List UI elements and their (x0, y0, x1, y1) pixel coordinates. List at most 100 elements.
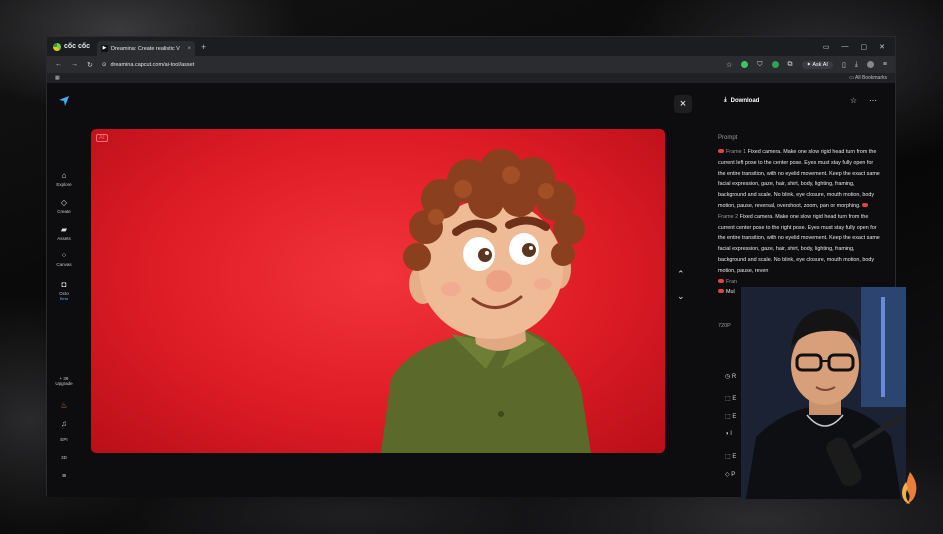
generated-image[interactable]: AI (91, 129, 665, 453)
play-favicon-icon: ▶ (101, 45, 108, 52)
url-text: dreamina.capcut.com/ai-tool/asset (110, 61, 195, 68)
extension-green-icon[interactable] (771, 61, 779, 68)
download-icon[interactable]: ⤓ (855, 61, 858, 69)
dreamina-logo-icon[interactable] (58, 95, 70, 107)
model-icon (718, 289, 724, 294)
webcam-overlay (741, 287, 906, 499)
bookmarks-bar: ▦ ▭ All Bookmarks (47, 73, 895, 83)
upgrade-button[interactable]: + 39 Upgrade (47, 376, 81, 386)
bell-icon[interactable]: ♫ (47, 419, 81, 428)
panel-option-2[interactable]: ⬚ E (725, 395, 736, 402)
coccoc-logo-icon (53, 42, 61, 51)
tab-dreamina[interactable]: ▶ Dreamina: Create realistic V × (97, 41, 195, 56)
resolution-badge: 720P (718, 323, 731, 329)
browser-brand[interactable]: cốc cốc (47, 42, 97, 51)
panel-option-6[interactable]: ◇ P (725, 471, 735, 478)
close-window-button[interactable]: ✕ (879, 43, 885, 51)
menu-icon[interactable]: ≡ (883, 61, 887, 68)
download-label: Download (730, 97, 760, 104)
site-info-icon[interactable]: ⊙ (102, 62, 107, 68)
shield-icon[interactable]: ⛉ (757, 61, 762, 69)
ask-ai-label: Ask AI (812, 61, 828, 68)
apps-grid-icon[interactable]: ▦ (55, 75, 60, 81)
close-viewer-button[interactable]: × (674, 95, 692, 113)
panel-option-4[interactable]: ◑ I (725, 431, 732, 437)
profile-avatar[interactable] (866, 61, 874, 68)
ai-badge: AI (96, 134, 108, 142)
option-label: P (731, 472, 736, 478)
sidebar-item-octo[interactable]: ◘ Octo Beta (47, 280, 81, 301)
prompt-text: Frame 1 Fixed camera. Make one slow rigi… (718, 147, 882, 298)
app-sidebar: ⌂ Explore ◇ Create ▰ Assets ⁘ Canvas ◘ O… (47, 83, 81, 497)
model-label: Mul (726, 289, 735, 296)
upgrade-label: Upgrade (55, 381, 73, 386)
reload-icon[interactable]: ↻ (87, 61, 93, 69)
new-tab-button[interactable]: + (201, 42, 206, 52)
option-label: R (731, 374, 737, 380)
sidebar-item-explore[interactable]: ⌂ Explore (47, 171, 81, 187)
cartoon-character-illustration (381, 149, 591, 453)
ask-ai-button[interactable]: ✦ Ask AI (801, 60, 833, 69)
option-label: E (732, 454, 737, 460)
option-label: E (732, 414, 737, 420)
bookmark-star-icon[interactable]: ☆ (726, 61, 732, 69)
window-controls: ▭ — ▢ ✕ (823, 43, 895, 51)
back-icon[interactable]: ← (55, 61, 62, 68)
option-label: I (730, 431, 732, 437)
all-bookmarks-link[interactable]: ▭ All Bookmarks (849, 75, 887, 81)
extension-moon-icon[interactable] (741, 61, 749, 68)
frame-thumbnail-icon (718, 278, 724, 283)
sidebar-item-label: Create (57, 209, 71, 214)
toolbar-icons: ☆ ⛉ ⧉ ✦ Ask AI ▯ ⤓ ≡ (726, 60, 895, 69)
sidebar-item-epi[interactable]: EPI (47, 437, 81, 442)
panel-option-3[interactable]: ⬚ E (725, 413, 736, 420)
sidebar-item-label: Assets (57, 236, 71, 241)
sidebar-item-assets[interactable]: ▰ Assets (47, 225, 81, 241)
download-button[interactable]: ⤓ Download (724, 97, 759, 104)
frame-thumbnail-icon (862, 202, 869, 207)
media-navigation: ⌃ ⌄ (677, 269, 685, 313)
download-icon: ⤓ (724, 97, 727, 103)
previous-arrow-icon[interactable]: ⌃ (677, 269, 685, 291)
flame-icon[interactable]: ♨ (47, 401, 81, 410)
home-icon: ⌂ (61, 171, 67, 180)
frame-1-prompt: Fixed camera. Make one slow rigid head t… (718, 149, 880, 209)
option-label: E (732, 396, 737, 402)
address-bar: ← → ↻ ⊙ dreamina.capcut.com/ai-tool/asse… (47, 56, 895, 73)
brand-name: cốc cốc (64, 43, 91, 50)
tab-bar: cốc cốc ▶ Dreamina: Create realistic V ×… (47, 37, 895, 56)
forward-icon[interactable]: → (71, 61, 78, 68)
prompt-heading: Prompt (718, 135, 738, 141)
sidebar-item-3d[interactable]: 3D (47, 455, 81, 460)
maximize-button[interactable]: ▢ (861, 43, 868, 51)
panel-option-5[interactable]: ⬚ E (725, 453, 736, 460)
sidebar-menu-icon[interactable]: ≡ (47, 473, 81, 480)
channel-flame-logo-icon (902, 472, 917, 504)
next-arrow-icon[interactable]: ⌄ (677, 291, 685, 313)
sidebar-item-create[interactable]: ◇ Create (47, 198, 81, 214)
cast-icon[interactable]: ▭ (823, 43, 830, 51)
sidebar-item-label: Canvas (56, 262, 72, 267)
favorite-star-icon[interactable]: ☆ (850, 96, 857, 105)
frame-2-label: Frame 2 (718, 213, 739, 220)
minimize-button[interactable]: — (842, 43, 849, 51)
tab-close-icon[interactable]: × (187, 46, 191, 52)
sidebar-toggle-icon[interactable]: ▯ (842, 61, 846, 69)
more-options-icon[interactable]: ⋯ (869, 96, 877, 105)
canvas-icon: ⁘ (60, 251, 68, 260)
panel-option-1[interactable]: ◷ R (725, 373, 736, 380)
sidebar-item-label: Explore (56, 182, 72, 187)
tab-title: Dreamina: Create realistic V (111, 45, 180, 52)
folder-icon: ▰ (60, 225, 68, 234)
frame-1-label: Frame 1 (726, 149, 747, 155)
octo-icon: ◘ (61, 280, 67, 289)
frame-3-label: Fran (726, 278, 738, 285)
extensions-puzzle-icon[interactable]: ⧉ (788, 61, 793, 69)
presenter-video (741, 287, 906, 499)
url-field[interactable]: ⊙ dreamina.capcut.com/ai-tool/asset (102, 62, 717, 68)
beta-badge: Beta (59, 296, 69, 301)
frame-2-prompt: Fixed camera. Make one slow rigid head t… (718, 213, 880, 274)
frame-thumbnail-icon (718, 149, 724, 153)
sparkle-icon: ◇ (60, 198, 68, 207)
sidebar-item-canvas[interactable]: ⁘ Canvas (47, 251, 81, 267)
